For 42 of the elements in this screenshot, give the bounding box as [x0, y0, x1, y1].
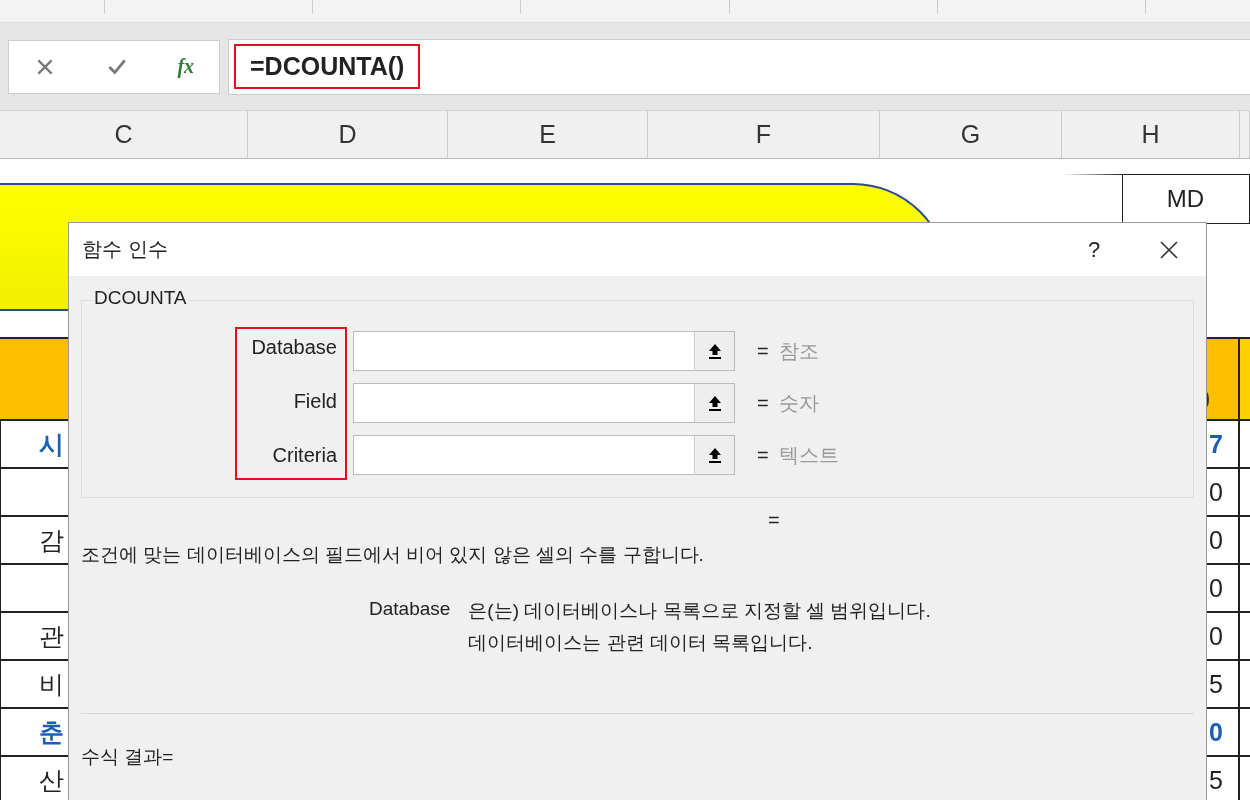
argument-result: 텍스트 — [779, 442, 839, 468]
table-cell-text: 0 — [1208, 524, 1224, 556]
argument-field[interactable] — [353, 435, 735, 475]
argument-label: Criteria — [272, 443, 337, 467]
argument-description: 데이터베이스는 관련 데이터 목록입니다. — [468, 631, 814, 655]
table-cell-text: 5 — [1208, 668, 1224, 700]
table-cell-text: 0 — [1208, 476, 1224, 508]
table-cell-text: 0 — [1208, 716, 1224, 748]
table-cell-text: 0 — [1208, 572, 1224, 604]
upload-arrow-icon — [707, 395, 722, 411]
column-header[interactable]: F — [648, 111, 880, 158]
formula-text: =DCOUNTA() — [234, 44, 421, 89]
argument-description: 은(는) 데이터베이스나 목록으로 지정할 셀 범위입니다. — [468, 599, 931, 623]
upload-arrow-icon — [707, 447, 722, 463]
column-header[interactable]: H — [1062, 111, 1240, 158]
argument-result: 숫자 — [779, 390, 819, 416]
close-icon — [1159, 239, 1179, 260]
table-cell-text: 0 — [1208, 620, 1224, 652]
equals-sign: = — [757, 339, 769, 363]
table-cell-text: 5 — [1208, 764, 1224, 796]
argument-field[interactable] — [353, 331, 735, 371]
column-header[interactable]: E — [448, 111, 648, 158]
column-header[interactable]: D — [248, 111, 448, 158]
equals-sign: = — [757, 391, 769, 415]
argument-label: Field — [293, 389, 337, 413]
equals-sign: = — [768, 509, 780, 532]
argument-label: Database — [251, 335, 337, 359]
argument-name: Database — [369, 598, 451, 621]
equals-sign: = — [757, 443, 769, 467]
column-header[interactable]: G — [880, 111, 1062, 158]
collapse-button[interactable] — [694, 332, 734, 370]
upload-arrow-icon — [707, 343, 722, 359]
insert-function-button[interactable]: fx — [177, 55, 195, 78]
formula-input[interactable]: =DCOUNTA() — [228, 38, 1250, 95]
table-cell-text: 7 — [1208, 428, 1224, 460]
dialog-title: 함수 인수 — [82, 237, 169, 262]
argument-result: 참조 — [779, 338, 819, 364]
collapse-button[interactable] — [694, 436, 734, 474]
column-header[interactable]: C — [0, 111, 248, 158]
help-button[interactable]: ? — [1074, 235, 1114, 264]
collapse-button[interactable] — [694, 384, 734, 422]
argument-field[interactable] — [353, 383, 735, 423]
